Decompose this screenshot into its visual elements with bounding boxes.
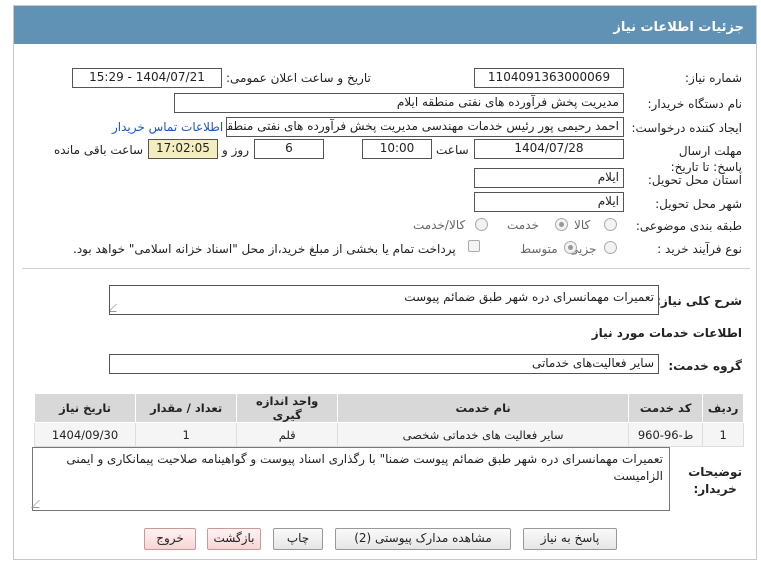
city-label: شهر محل تحویل:	[655, 197, 742, 211]
description-field: تعمیرات مهمانسرای دره شهر طبق ضمائم پیوس…	[109, 285, 659, 315]
purchase-option-medium: متوسط	[520, 242, 558, 256]
deadline-label: مهلت ارسال پاسخ: تا تاریخ:	[670, 144, 742, 174]
category-option-goods: کالا	[574, 218, 591, 232]
requester-field: احمد رحیمی پور رئیس خدمات مهندسی مدیریت …	[226, 117, 624, 137]
col-unit: واحد اندازه گیری	[236, 393, 339, 423]
cell-service-code: ط-96-960	[627, 422, 704, 447]
col-service-name: نام خدمت	[337, 393, 629, 423]
deadline-date-field: 1404/07/28	[474, 139, 624, 159]
resize-handle-icon[interactable]	[31, 500, 47, 508]
buyer-notes-label-line2: خریدار:	[693, 482, 737, 496]
buyer-contact-link[interactable]: اطلاعات تماس خریدار	[112, 120, 223, 134]
table-header-row: ردیف کد خدمت نام خدمت واحد اندازه گیری ت…	[33, 393, 744, 423]
need-number-field: 1104091363000069	[474, 68, 624, 88]
need-number-label: شماره نیاز:	[685, 71, 742, 85]
remaining-time-field: 17:02:05	[148, 139, 218, 159]
cell-quantity: 1	[135, 422, 238, 447]
cell-service-name: سایر فعالیت های خدماتی شخصی	[337, 422, 629, 447]
remaining-time-label: ساعت باقی مانده	[54, 143, 144, 157]
details-panel: جزئیات اطلاعات نیاز شماره نیاز: 11040913…	[13, 5, 757, 560]
category-option-service: خدمت	[507, 218, 539, 232]
deadline-time-field: 10:00	[362, 139, 432, 159]
city-field: ایلام	[474, 192, 624, 212]
col-service-code: کد خدمت	[627, 393, 704, 423]
announce-datetime-field: 1404/07/21 - 15:29	[72, 68, 222, 88]
page-title: جزئیات اطلاعات نیاز	[14, 6, 756, 44]
description-label: شرح کلی نیاز:	[656, 294, 742, 308]
buyer-notes-label-line1: توضیحات	[688, 465, 742, 479]
purchase-type-label: نوع فرآیند خرید :	[657, 242, 742, 256]
buyer-org-field: مدیریت پخش فرآورده های نفتی منطقه ایلام	[174, 93, 624, 113]
province-label: استان محل تحویل:	[647, 173, 742, 187]
cell-need-date: 1404/09/30	[33, 422, 137, 447]
services-section-title: اطلاعات خدمات مورد نیاز	[591, 326, 742, 340]
treasury-payment-note: پرداخت تمام یا بخشی از مبلغ خرید،از محل …	[73, 242, 456, 256]
buyer-notes-field: تعمیرات مهمانسرای دره شهر طبق ضمائم پیوس…	[31, 447, 670, 511]
print-button[interactable]: چاپ	[273, 528, 323, 550]
back-button[interactable]: بازگشت	[207, 528, 261, 550]
col-row-number: ردیف	[702, 393, 744, 423]
description-text: تعمیرات مهمانسرای دره شهر طبق ضمائم پیوس…	[404, 290, 654, 304]
resize-handle-icon[interactable]	[110, 304, 124, 312]
cell-row-number: 1	[702, 422, 744, 447]
col-need-date: تاریخ نیاز	[33, 393, 137, 423]
col-quantity: تعداد / مقدار	[135, 393, 238, 423]
days-remaining-field: 6	[254, 139, 324, 159]
exit-button[interactable]: خروج	[144, 528, 196, 550]
buyer-notes-label: توضیحات خریدار:	[688, 464, 742, 498]
reply-button[interactable]: پاسخ به نیاز	[523, 528, 617, 550]
category-radio-goods-service[interactable]	[475, 218, 488, 231]
buyer-notes-text: تعمیرات مهمانسرای دره شهر طبق ضمائم پیوس…	[66, 452, 663, 483]
category-radio-goods[interactable]	[604, 218, 617, 231]
days-label: روز و	[222, 143, 249, 157]
divider	[22, 268, 750, 269]
announce-label: تاریخ و ساعت اعلان عمومی:	[226, 71, 371, 85]
purchase-radio-minor[interactable]	[604, 241, 617, 254]
service-group-label: گروه خدمت:	[668, 359, 742, 373]
view-attachments-button[interactable]: مشاهده مدارک پیوستی (2)	[335, 528, 511, 550]
province-field: ایلام	[474, 168, 624, 188]
requester-label: ایجاد کننده درخواست:	[631, 121, 742, 135]
category-radio-service[interactable]	[555, 218, 568, 231]
purchase-radio-medium[interactable]	[564, 241, 577, 254]
service-group-field: سایر فعالیت‌های خدماتی	[109, 354, 659, 374]
deadline-time-label: ساعت	[436, 143, 469, 157]
table-row: 1 ط-96-960 سایر فعالیت های خدماتی شخصی ق…	[33, 422, 744, 447]
category-option-goods-service: کالا/خدمت	[413, 218, 466, 232]
buyer-org-label: نام دستگاه خریدار:	[647, 97, 743, 111]
services-table: ردیف کد خدمت نام خدمت واحد اندازه گیری ت…	[33, 393, 744, 447]
cell-unit: قلم	[236, 422, 339, 447]
treasury-payment-checkbox[interactable]	[468, 240, 480, 252]
category-label: طبقه بندی موضوعی:	[635, 219, 742, 233]
